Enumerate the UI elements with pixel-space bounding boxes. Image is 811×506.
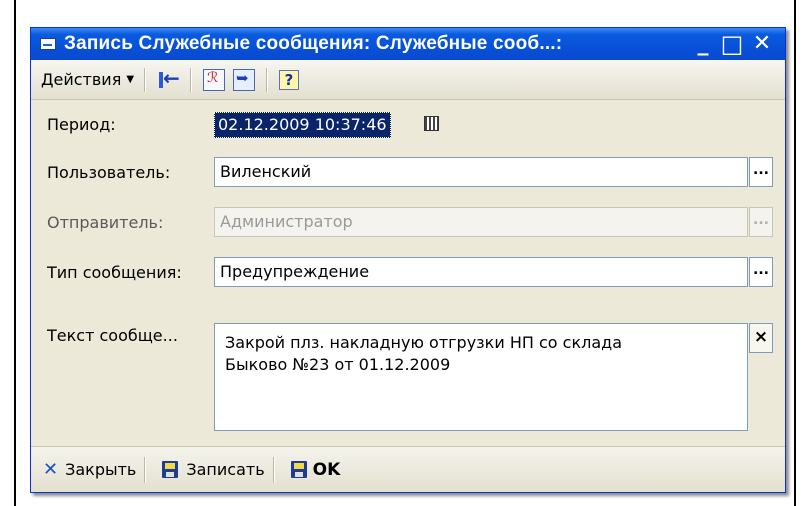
sender-field: Администратор (214, 207, 748, 237)
bottom-separator (272, 456, 275, 483)
window-icon (40, 38, 56, 50)
toolbar-separator (144, 67, 147, 92)
form-area: Период: 02.12.2009 10:37:46 Пользователь… (31, 100, 785, 448)
ok-label: OK (312, 459, 341, 480)
message-text-label: Текст сообще... (47, 326, 178, 345)
user-label: Пользователь: (47, 163, 171, 182)
close-form-label: Закрыть (65, 460, 137, 479)
ok-button[interactable]: OK (287, 456, 345, 484)
save-disk-icon (162, 461, 179, 478)
calendar-icon[interactable] (424, 116, 439, 131)
exit-icon[interactable] (157, 66, 180, 91)
clear-text-button[interactable]: × (749, 323, 773, 353)
save-and-close-icon (290, 461, 307, 478)
close-button[interactable]: ✕ (750, 32, 774, 56)
close-x-icon: ✕ (43, 459, 59, 480)
period-value[interactable]: 02.12.2009 10:37:46 (214, 112, 391, 138)
save-button[interactable]: Записать (158, 456, 268, 483)
close-form-button[interactable]: ✕ Закрыть (39, 455, 140, 484)
navigate-icon[interactable] (233, 68, 256, 91)
message-type-label: Тип сообщения: (47, 263, 182, 282)
bottom-bar: ✕ Закрыть Записать OK (31, 446, 785, 492)
actions-menu-button[interactable]: Действия ▼ (38, 66, 137, 93)
message-text-area[interactable]: Закрой плз. накладную отгрузки НП со скл… (214, 323, 748, 431)
message-type-field[interactable]: Предупреждение (214, 257, 748, 287)
sender-select-button: ... (749, 207, 773, 237)
toolbar: Действия ▼ ? (31, 60, 785, 100)
window-title: Запись Служебные сообщения: Служебные со… (64, 33, 563, 54)
period-date-field[interactable]: 02.12.2009 10:37:46 (214, 110, 439, 138)
maximize-button[interactable]: □ (720, 32, 744, 56)
minimize-button[interactable]: _ (691, 32, 715, 56)
toolbar-separator (190, 67, 193, 92)
message-type-select-button[interactable]: ... (749, 257, 773, 287)
user-select-button[interactable]: ... (749, 157, 773, 187)
toolbar-separator (266, 67, 269, 92)
save-label: Записать (186, 460, 265, 479)
message-text-line-2: Быково №23 от 01.12.2009 (225, 355, 451, 374)
actions-label: Действия (41, 70, 122, 89)
message-text-line-1: Закрой плз. накладную отгрузки НП со скл… (225, 333, 623, 352)
bottom-separator (144, 456, 147, 483)
help-icon[interactable]: ? (279, 69, 300, 90)
dropdown-arrow-icon: ▼ (126, 74, 135, 85)
user-field[interactable]: Виленский (214, 157, 748, 187)
title-bar[interactable]: Запись Служебные сообщения: Служебные со… (31, 28, 785, 60)
sender-label: Отправитель: (47, 213, 164, 232)
period-label: Период: (47, 115, 116, 134)
document-icon[interactable] (203, 68, 226, 91)
record-window: Запись Служебные сообщения: Служебные со… (30, 27, 786, 493)
